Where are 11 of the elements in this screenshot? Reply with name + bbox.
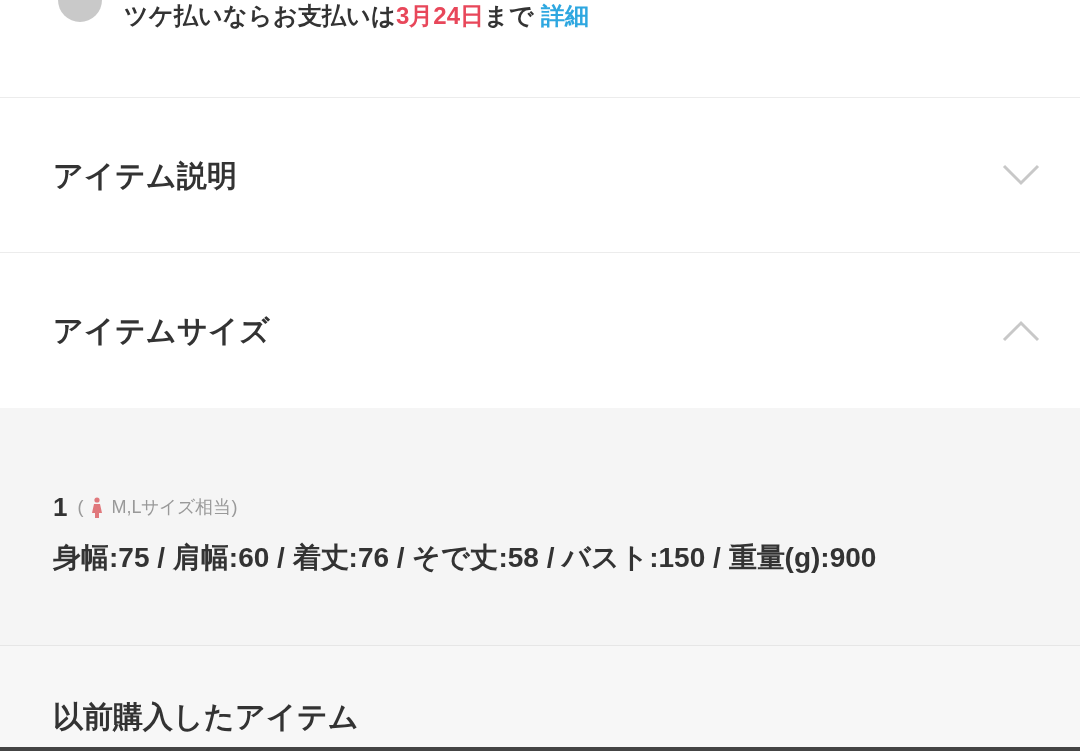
size-label: 1: [53, 491, 68, 524]
size-equivalent: M,Lサイズ相当): [111, 496, 238, 519]
person-icon: [91, 496, 104, 519]
paren-text: (: [77, 496, 84, 519]
chevron-down-icon: [1002, 164, 1040, 186]
chevron-up-icon: [1002, 319, 1040, 342]
section-title: 以前購入したアイテム: [53, 699, 359, 735]
size-measurements: 身幅:75 / 肩幅:60 / 着丈:76 / そで丈:58 / バスト:150 / 重量(g):900: [53, 541, 878, 575]
payment-note: ツケ払いならお支払いは3月24日 まで 詳細: [124, 2, 589, 30]
section-title: アイテム説明: [53, 157, 237, 194]
section-title: アイテムサイズ: [53, 313, 270, 349]
